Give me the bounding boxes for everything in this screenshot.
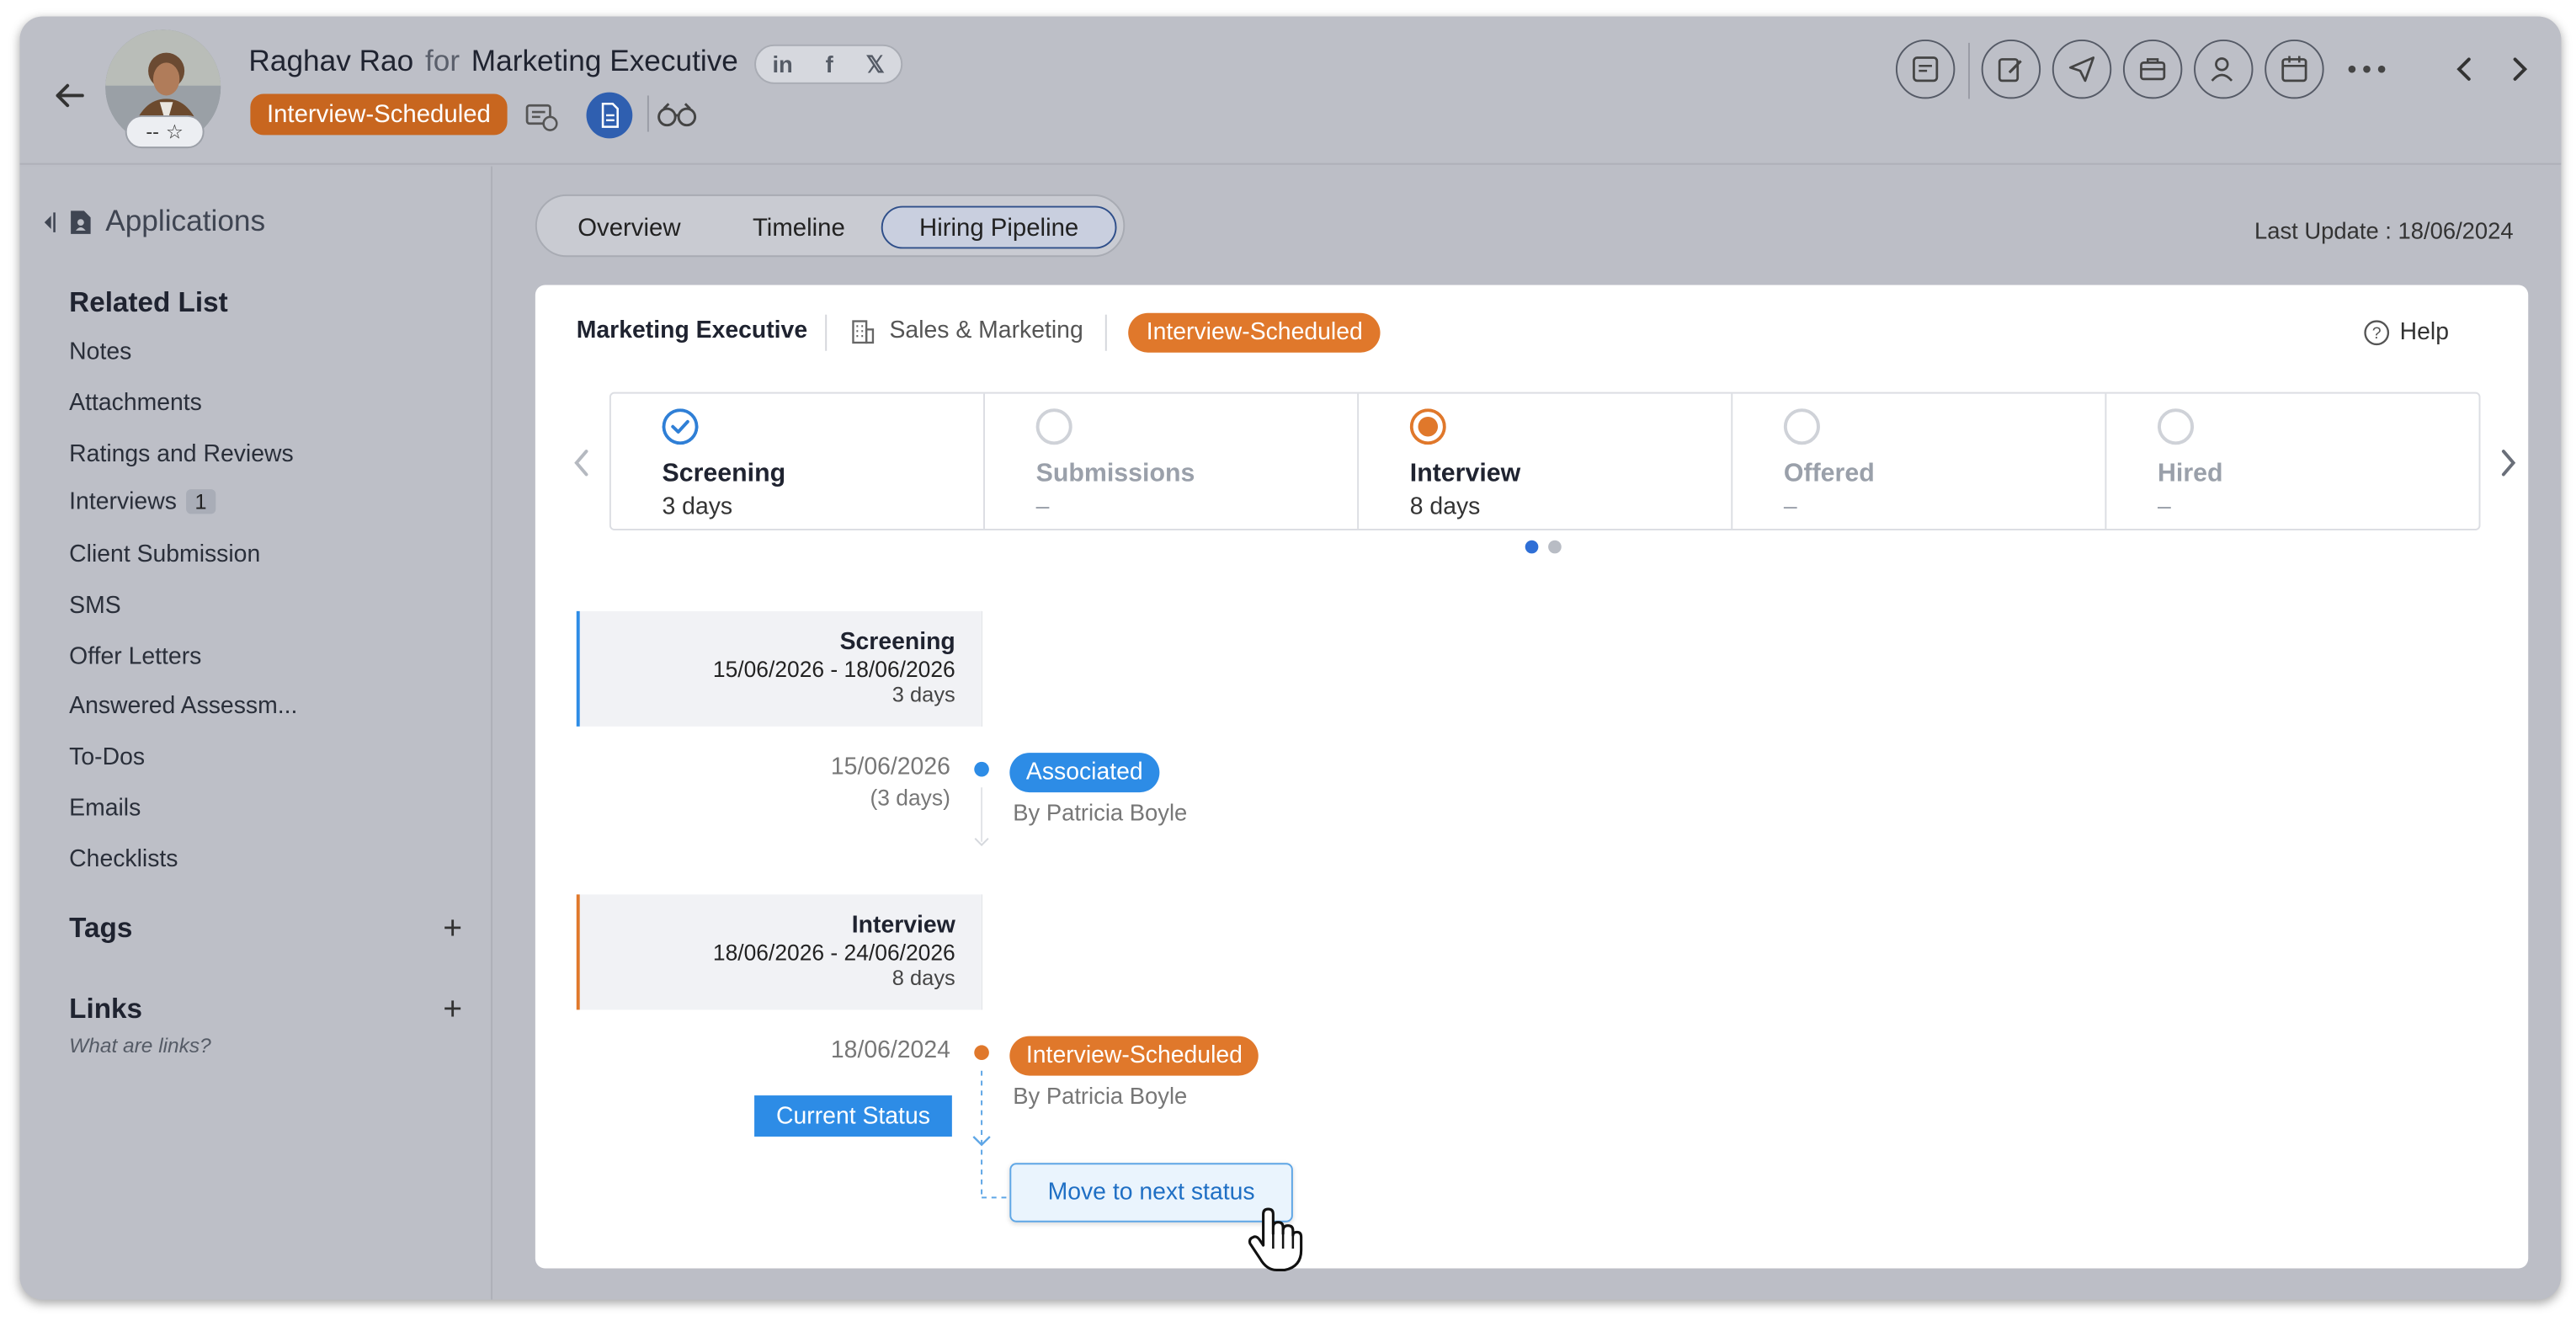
help-icon: ?	[2364, 320, 2390, 346]
sidebar-item-todos[interactable]: To-Dos	[69, 744, 145, 770]
hiring-pipeline-card: Marketing Executive Sales & Marketing In…	[535, 285, 2529, 1272]
schedule-interview-button[interactable]	[2265, 39, 2324, 99]
interview-scheduled-status-pill: Interview-Scheduled	[1009, 1036, 1259, 1076]
associated-status-pill: Associated	[1009, 753, 1160, 793]
linkedin-icon[interactable]: in	[772, 51, 792, 77]
block-title: Interview	[851, 912, 955, 940]
sidebar: Applications Related List Notes Attachme…	[19, 166, 492, 1300]
stage-days: –	[2158, 493, 2171, 521]
links-help-link[interactable]: What are links?	[69, 1035, 211, 1057]
binoculars-icon[interactable]	[656, 97, 699, 133]
applications-label: Applications	[105, 204, 266, 237]
sidebar-item-client-submission[interactable]: Client Submission	[69, 542, 260, 568]
sidebar-item-emails[interactable]: Emails	[69, 796, 141, 822]
back-arrow-icon[interactable]	[50, 76, 89, 115]
stage-hired[interactable]: Hired –	[2106, 394, 2478, 529]
timeline-block-screening: Screening 15/06/2026 - 18/06/2026 3 days	[576, 610, 982, 727]
header-divider	[647, 95, 649, 132]
help-label: Help	[2399, 319, 2449, 346]
block-days: 8 days	[891, 965, 955, 990]
event-author: By Patricia Boyle	[1013, 1082, 1188, 1109]
event-duration: (3 days)	[870, 786, 950, 811]
page-dot[interactable]	[1548, 540, 1562, 554]
rating-pill[interactable]: -- ☆	[125, 115, 205, 149]
header-status-badge[interactable]: Interview-Scheduled	[250, 93, 508, 136]
candidate-title: Raghav Rao for Marketing Executive	[248, 45, 737, 79]
page-dot-active[interactable]	[1525, 540, 1539, 554]
collapse-icon[interactable]	[40, 208, 56, 234]
app-window: -- ☆ Raghav Rao for Marketing Executive …	[19, 16, 2562, 1300]
related-list-title: Related List	[69, 286, 228, 318]
tab-hiring-pipeline[interactable]: Hiring Pipeline	[881, 205, 1117, 249]
briefcase-icon	[2140, 58, 2166, 81]
sidebar-item-interviews[interactable]: Interviews 1	[69, 489, 216, 515]
x-icon[interactable]: 𝕏	[866, 51, 885, 78]
block-days: 3 days	[891, 681, 955, 707]
stages-next-chevron-icon[interactable]	[2495, 443, 2521, 482]
assign-user-button[interactable]	[2194, 39, 2254, 99]
add-link-plus-icon[interactable]: +	[443, 992, 462, 1030]
stage-name: Hired	[2158, 459, 2223, 488]
interviews-count-badge: 1	[186, 489, 216, 514]
timeline-block-interview: Interview 18/06/2026 - 24/06/2026 8 days	[576, 894, 982, 1010]
user-icon	[2211, 57, 2233, 82]
calendar-icon	[2281, 56, 2307, 83]
header-divider	[1968, 42, 1970, 99]
stage-page-dots	[1525, 540, 1562, 554]
job-briefcase-button[interactable]	[2122, 39, 2183, 99]
tab-overview[interactable]: Overview	[553, 206, 705, 249]
tags-title: Tags	[69, 912, 133, 945]
links-title: Links	[69, 993, 143, 1025]
note-icon	[1913, 56, 1939, 83]
send-icon	[2068, 56, 2095, 83]
block-date-range: 15/06/2026 - 18/06/2026	[712, 657, 955, 682]
applications-icon	[71, 210, 91, 233]
event-date: 15/06/2026	[830, 754, 950, 781]
for-text: for	[424, 44, 460, 77]
stage-offered[interactable]: Offered –	[1732, 393, 2107, 530]
rating-text: --	[146, 120, 160, 144]
candidate-name[interactable]: Raghav Rao	[248, 45, 413, 77]
document-icon	[601, 102, 619, 128]
add-tag-plus-icon[interactable]: +	[443, 911, 462, 949]
resume-doc-button[interactable]	[586, 92, 633, 139]
event-date: 18/06/2024	[830, 1037, 950, 1064]
sidebar-item-assessments[interactable]: Answered Assessm...	[69, 694, 297, 720]
sidebar-item-checklists[interactable]: Checklists	[69, 847, 178, 873]
svg-text:?: ?	[2372, 324, 2382, 343]
stage-name: Offered	[1783, 459, 1875, 488]
empty-circle-icon	[2158, 408, 2195, 445]
job-name[interactable]: Marketing Executive	[471, 45, 738, 77]
empty-circle-icon	[1783, 408, 1820, 445]
edit-button[interactable]	[1981, 39, 2041, 99]
applications-nav[interactable]: Applications	[40, 205, 265, 239]
stage-days: –	[1783, 493, 1797, 521]
send-button[interactable]	[2052, 39, 2112, 99]
block-date-range: 18/06/2026 - 24/06/2026	[712, 940, 955, 966]
status-card-icon[interactable]	[524, 99, 560, 135]
sidebar-item-attachments[interactable]: Attachments	[69, 391, 202, 417]
last-update-text: Last Update : 18/06/2024	[2254, 217, 2514, 244]
social-links: in f 𝕏	[754, 44, 903, 84]
next-record-icon[interactable]	[2507, 53, 2533, 86]
current-status-label: Current Status	[754, 1095, 952, 1137]
tab-timeline[interactable]: Timeline	[721, 206, 876, 249]
edit-icon	[1998, 58, 2022, 83]
candidate-header: -- ☆ Raghav Rao for Marketing Executive …	[19, 16, 2562, 165]
record-tabs: Overview Timeline Hiring Pipeline	[535, 194, 1126, 258]
facebook-icon[interactable]: f	[826, 51, 833, 77]
star-icon: ☆	[165, 120, 184, 144]
sidebar-item-sms[interactable]: SMS	[69, 593, 120, 619]
hand-cursor-icon	[1248, 1207, 1303, 1272]
block-title: Screening	[839, 629, 955, 656]
sidebar-item-ratings[interactable]: Ratings and Reviews	[69, 441, 294, 467]
previous-record-icon[interactable]	[2451, 53, 2477, 86]
sidebar-item-offer-letters[interactable]: Offer Letters	[69, 644, 201, 670]
add-note-button[interactable]	[1895, 39, 1956, 99]
event-author: By Patricia Boyle	[1013, 798, 1188, 826]
sidebar-item-notes[interactable]: Notes	[69, 339, 131, 365]
help-link[interactable]: ? Help	[2364, 320, 2449, 346]
more-options-icon[interactable]	[2345, 59, 2388, 78]
